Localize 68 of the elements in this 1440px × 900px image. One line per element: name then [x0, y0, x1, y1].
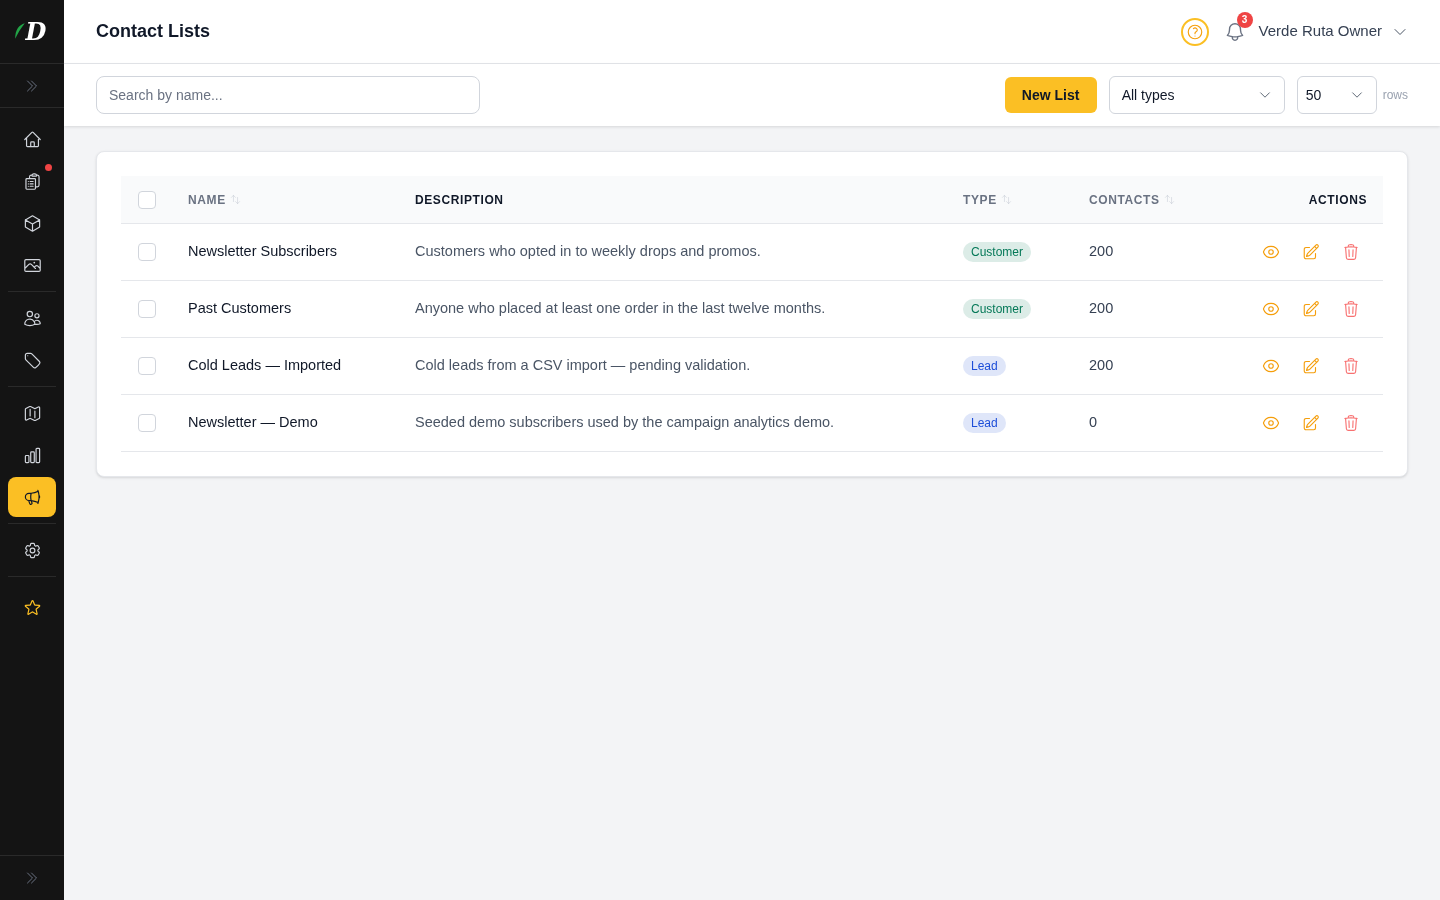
column-header[interactable]: CONTACTS [1089, 190, 1160, 209]
trash-icon [1342, 414, 1360, 432]
map-icon [22, 403, 42, 423]
pencil-icon [1302, 357, 1320, 375]
list-name: Past Customers [188, 299, 293, 319]
checkbox[interactable] [138, 300, 156, 318]
sort-icon[interactable] [229, 194, 241, 205]
contact-count: 200 [1089, 299, 1115, 319]
checkbox[interactable] [138, 190, 156, 209]
cube-icon [22, 213, 42, 233]
list-description: Customers who opted in to weekly drops and promos. [415, 242, 762, 262]
double-chevron-icon [24, 870, 40, 886]
list-description: Anyone who placed at least one order in the last twelve months. [415, 299, 827, 319]
new-list-button[interactable]: New List [1004, 77, 1097, 113]
users-icon [22, 308, 42, 328]
contact-count: 200 [1089, 242, 1115, 262]
clipboard-icon [22, 171, 42, 191]
contact-count: 0 [1089, 413, 1099, 433]
pencil-icon [1302, 414, 1320, 432]
column-header: DESCRIPTION [415, 191, 504, 209]
list-name: Newsletter — Demo [188, 413, 319, 433]
checkbox[interactable] [138, 414, 156, 432]
logo-text: D [25, 19, 47, 44]
search-field[interactable]: Search by name... [96, 76, 480, 114]
eye-icon [1262, 414, 1280, 432]
tag-icon [22, 350, 42, 370]
expand-button[interactable] [24, 77, 40, 94]
eye-icon [1262, 243, 1280, 261]
checkbox[interactable] [138, 357, 156, 375]
type-tag: Customer [963, 242, 1031, 262]
trash-icon [1342, 243, 1360, 261]
list-description: Cold leads from a CSV import — pending validation. [415, 356, 752, 376]
pencil-icon [1302, 300, 1320, 318]
home-icon [22, 129, 42, 149]
rows-label: rows [1382, 87, 1408, 104]
help-button[interactable] [1180, 17, 1209, 46]
list-description: Seeded demo subscribers used by the campaign analytics demo. [415, 413, 836, 433]
page-title: Contact Lists [96, 20, 210, 43]
user-menu-button[interactable]: Verde Ruta Owner [1258, 20, 1408, 43]
eye-icon [1262, 300, 1280, 318]
column-header[interactable]: TYPE [963, 190, 997, 209]
leaf-icon [13, 20, 26, 41]
list-name: Cold Leads — Imported [188, 356, 343, 376]
trash-icon [1342, 357, 1360, 375]
list-name: Newsletter Subscribers [188, 242, 339, 262]
page-size-select[interactable]: 50 [1296, 76, 1377, 114]
settings-icon [22, 540, 42, 560]
double-chevron-icon [24, 77, 40, 94]
sort-icon[interactable] [1000, 194, 1012, 205]
checkbox[interactable] [138, 243, 156, 261]
contact-count: 200 [1089, 356, 1115, 376]
trash-icon [1342, 300, 1360, 318]
type-filter-select[interactable]: All types [1108, 76, 1285, 114]
pencil-icon [1302, 243, 1320, 261]
bar-chart-icon [22, 445, 42, 465]
star-icon [22, 597, 42, 617]
sort-icon[interactable] [1163, 194, 1175, 205]
type-tag: Customer [963, 299, 1031, 319]
eye-icon [1262, 357, 1280, 375]
expand-button[interactable] [24, 870, 40, 886]
notification-count: 3 [1236, 11, 1253, 28]
type-tag: Lead [963, 356, 1006, 376]
question-icon [1185, 22, 1204, 41]
sidebar-item[interactable] [8, 477, 56, 517]
type-tag: Lead [963, 413, 1006, 433]
column-header: ACTIONS [1308, 191, 1367, 209]
column-header[interactable]: NAME [188, 190, 226, 209]
megaphone-icon [22, 487, 42, 507]
